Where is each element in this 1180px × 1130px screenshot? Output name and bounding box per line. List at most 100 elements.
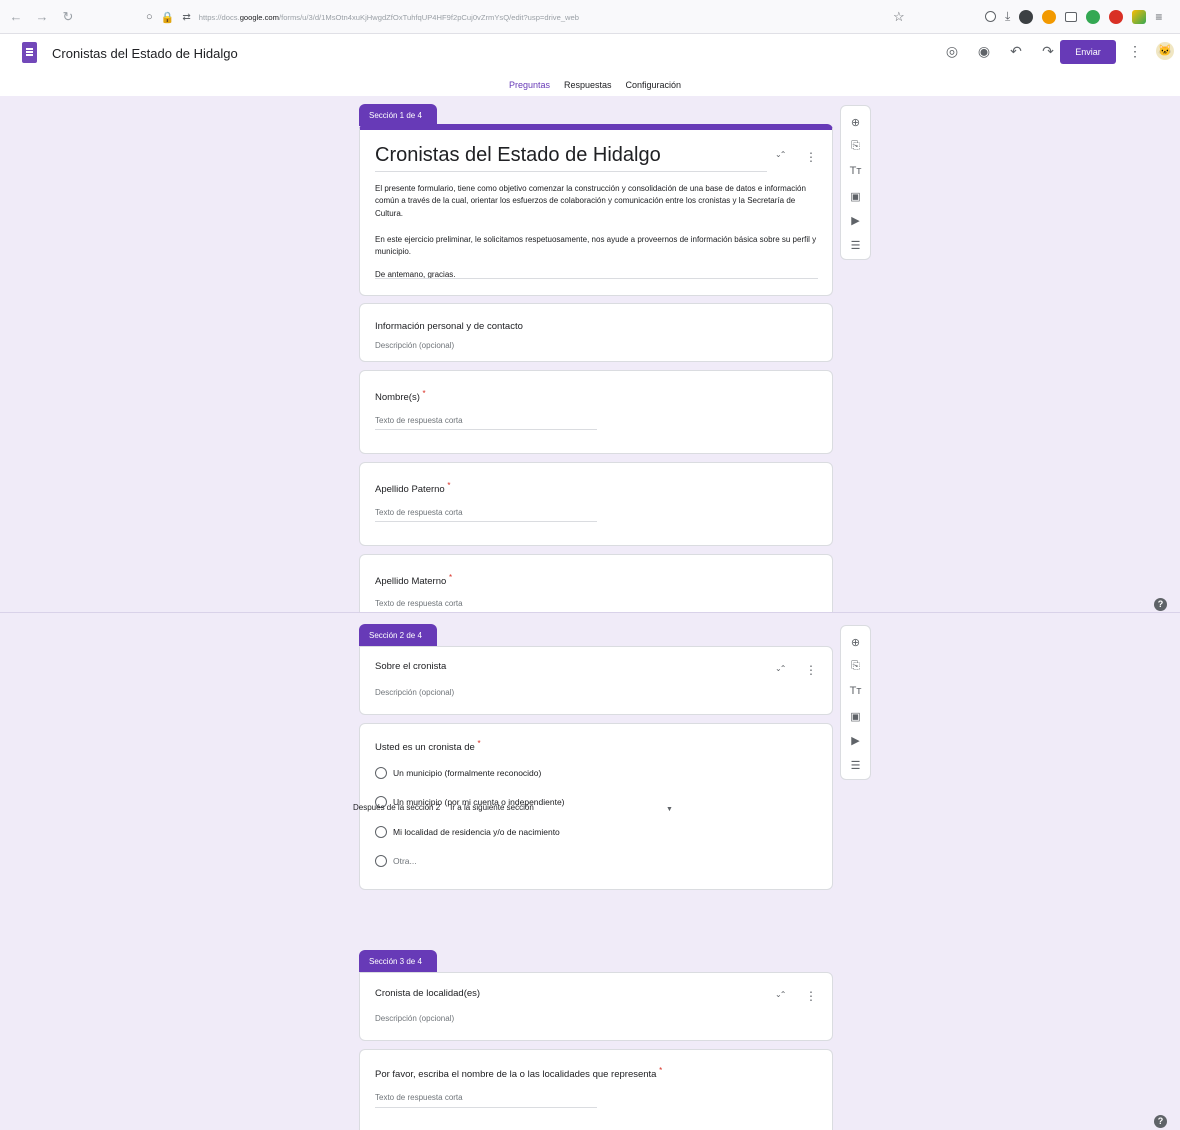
extension-dark-icon[interactable] bbox=[1019, 9, 1034, 24]
add-video-icon[interactable]: ▶ bbox=[841, 728, 870, 753]
undo-icon[interactable]: ↶ bbox=[1008, 43, 1024, 60]
extension-box-icon[interactable] bbox=[1065, 11, 1078, 22]
section-more-icon[interactable]: ⋮ bbox=[805, 989, 817, 1003]
help-icon[interactable]: ? bbox=[1154, 598, 1167, 611]
tab-respuestas[interactable]: Respuestas bbox=[564, 80, 612, 90]
description-underline bbox=[375, 278, 818, 279]
answer-underline bbox=[375, 1107, 597, 1108]
section-2-header-card[interactable]: Sobre el cronista ⌄⌃ ⋮ Descripción (opci… bbox=[359, 646, 833, 715]
question-card-nombre[interactable]: Nombre(s) * Texto de respuesta corta bbox=[359, 370, 833, 454]
short-answer-placeholder: Texto de respuesta corta bbox=[375, 1093, 463, 1102]
floating-toolbar: ⊕ ⎘ Tт ▣ ▶ ☰ bbox=[840, 625, 871, 780]
add-section-icon[interactable]: ☰ bbox=[841, 233, 870, 258]
radio-button[interactable] bbox=[375, 767, 387, 779]
required-mark: * bbox=[422, 389, 426, 398]
info-block-card[interactable]: Información personal y de contacto Descr… bbox=[359, 303, 833, 362]
after-section-dropdown[interactable]: Ir a la siguiente sección bbox=[450, 803, 534, 812]
add-section-icon[interactable]: ☰ bbox=[841, 753, 870, 778]
permissions-icon: ⇄ bbox=[182, 11, 191, 23]
forms-logo-icon[interactable] bbox=[22, 42, 37, 63]
import-questions-icon[interactable]: ⎘ bbox=[841, 135, 870, 160]
import-questions-icon[interactable]: ⎘ bbox=[841, 655, 870, 680]
info-block-title[interactable]: Información personal y de contacto bbox=[375, 321, 523, 332]
download-icon[interactable]: ⤓ bbox=[1005, 9, 1010, 24]
tab-preguntas[interactable]: Preguntas bbox=[509, 80, 550, 90]
tab-bar: Preguntas Respuestas Configuración bbox=[0, 80, 1180, 90]
question-card-apellido-paterno[interactable]: Apellido Paterno * Texto de respuesta co… bbox=[359, 462, 833, 546]
question-title[interactable]: Nombre(s) * bbox=[375, 389, 426, 403]
back-icon[interactable]: ← bbox=[6, 9, 26, 24]
palette-icon[interactable]: ◎ bbox=[944, 43, 960, 60]
after-section-label: Después de la sección 2 bbox=[353, 803, 441, 812]
form-description-p3[interactable]: De antemano, gracias. bbox=[375, 269, 820, 281]
collapse-icon[interactable]: ⌄⌃ bbox=[775, 150, 786, 159]
form-description-p1[interactable]: El presente formulario, tiene como objet… bbox=[375, 183, 820, 220]
screenshot-seam bbox=[0, 612, 1180, 613]
section-title[interactable]: Sobre el cronista bbox=[375, 661, 446, 672]
radio-button[interactable] bbox=[375, 855, 387, 867]
help-icon[interactable]: ? bbox=[1154, 1115, 1167, 1128]
answer-underline bbox=[375, 429, 597, 430]
question-card-apellido-materno[interactable]: Apellido Materno * Texto de respuesta co… bbox=[359, 554, 833, 612]
question-title[interactable]: Por favor, escriba el nombre de la o las… bbox=[375, 1066, 662, 1080]
radio-button[interactable] bbox=[375, 826, 387, 838]
radio-option-other[interactable]: Otra... bbox=[375, 855, 417, 867]
extension-multi-icon[interactable] bbox=[1132, 9, 1147, 24]
reload-icon[interactable]: ↻ bbox=[58, 9, 78, 25]
question-title[interactable]: Apellido Paterno * bbox=[375, 481, 450, 495]
extension-orange-icon[interactable] bbox=[1042, 9, 1057, 24]
forms-header: Cronistas del Estado de Hidalgo ◎ ◉ ↶ ↷ … bbox=[0, 34, 1180, 96]
add-question-icon[interactable]: ⊕ bbox=[841, 630, 870, 655]
url-text[interactable]: https://docs.google.com/forms/u/3/d/1MsO… bbox=[199, 13, 579, 22]
section-more-icon[interactable]: ⋮ bbox=[805, 150, 817, 164]
document-title[interactable]: Cronistas del Estado de Hidalgo bbox=[52, 46, 238, 61]
required-mark: * bbox=[448, 573, 453, 582]
tab-configuracion[interactable]: Configuración bbox=[626, 80, 682, 90]
form-description-p2[interactable]: En este ejercicio preliminar, le solicit… bbox=[375, 234, 820, 259]
section-2-tag: Sección 2 de 4 bbox=[359, 624, 437, 646]
preview-icon[interactable]: ◉ bbox=[976, 43, 992, 60]
question-title[interactable]: Apellido Materno * bbox=[375, 573, 452, 587]
extension-red-icon[interactable] bbox=[1109, 9, 1124, 24]
radio-option[interactable]: Un municipio (formalmente reconocido) bbox=[375, 767, 541, 779]
add-image-icon[interactable]: ▣ bbox=[841, 184, 870, 209]
collapse-icon[interactable]: ⌄⌃ bbox=[775, 990, 786, 999]
collapse-icon[interactable]: ⌄⌃ bbox=[775, 664, 786, 673]
send-button[interactable]: Enviar bbox=[1060, 40, 1116, 64]
section-description[interactable]: Descripción (opcional) bbox=[375, 688, 454, 697]
question-card-localidades[interactable]: Por favor, escriba el nombre de la o las… bbox=[359, 1049, 833, 1130]
redo-icon[interactable]: ↷ bbox=[1040, 43, 1056, 60]
extension-green-icon[interactable] bbox=[1086, 9, 1101, 24]
short-answer-placeholder: Texto de respuesta corta bbox=[375, 599, 463, 608]
short-answer-placeholder: Texto de respuesta corta bbox=[375, 416, 463, 425]
question-title[interactable]: Usted es un cronista de * bbox=[375, 739, 481, 753]
title-underline bbox=[375, 171, 767, 172]
shield-icon: ○ bbox=[146, 11, 153, 23]
info-block-description[interactable]: Descripción (opcional) bbox=[375, 341, 454, 350]
add-image-icon[interactable]: ▣ bbox=[841, 704, 870, 729]
section-3-header-card[interactable]: Cronista de localidad(es) ⌄⌃ ⋮ Descripci… bbox=[359, 972, 833, 1041]
required-mark: * bbox=[659, 1066, 663, 1075]
avatar[interactable]: 🐱 bbox=[1156, 42, 1174, 60]
more-options-icon[interactable]: ⋮ bbox=[1128, 43, 1142, 60]
pocket-icon[interactable] bbox=[985, 11, 996, 22]
section-description[interactable]: Descripción (opcional) bbox=[375, 1014, 454, 1023]
form-title[interactable]: Cronistas del Estado de Hidalgo bbox=[375, 144, 661, 167]
address-bar[interactable]: ○ 🔒 ⇄ https://docs.google.com/forms/u/3/… bbox=[146, 8, 579, 26]
section-title[interactable]: Cronista de localidad(es) bbox=[375, 988, 480, 999]
radio-option[interactable]: Mi localidad de residencia y/o de nacimi… bbox=[375, 826, 560, 838]
dropdown-arrow-icon[interactable]: ▼ bbox=[666, 806, 673, 813]
form-title-card[interactable]: Cronistas del Estado de Hidalgo ⌄⌃ ⋮ El … bbox=[359, 124, 833, 296]
lock-icon: 🔒 bbox=[160, 11, 175, 24]
section-more-icon[interactable]: ⋮ bbox=[805, 663, 817, 677]
add-question-icon[interactable]: ⊕ bbox=[841, 110, 870, 135]
add-video-icon[interactable]: ▶ bbox=[841, 208, 870, 233]
forward-icon[interactable]: → bbox=[32, 9, 52, 24]
add-title-icon[interactable]: Tт bbox=[841, 159, 870, 184]
add-title-icon[interactable]: Tт bbox=[841, 679, 870, 704]
extensions-bar: ⤓ ≡ bbox=[985, 9, 1162, 24]
required-mark: * bbox=[477, 739, 481, 748]
bookmark-star-icon[interactable]: ☆ bbox=[893, 9, 905, 25]
menu-icon[interactable]: ≡ bbox=[1155, 10, 1162, 24]
floating-toolbar: ⊕ ⎘ Tт ▣ ▶ ☰ bbox=[840, 105, 871, 260]
